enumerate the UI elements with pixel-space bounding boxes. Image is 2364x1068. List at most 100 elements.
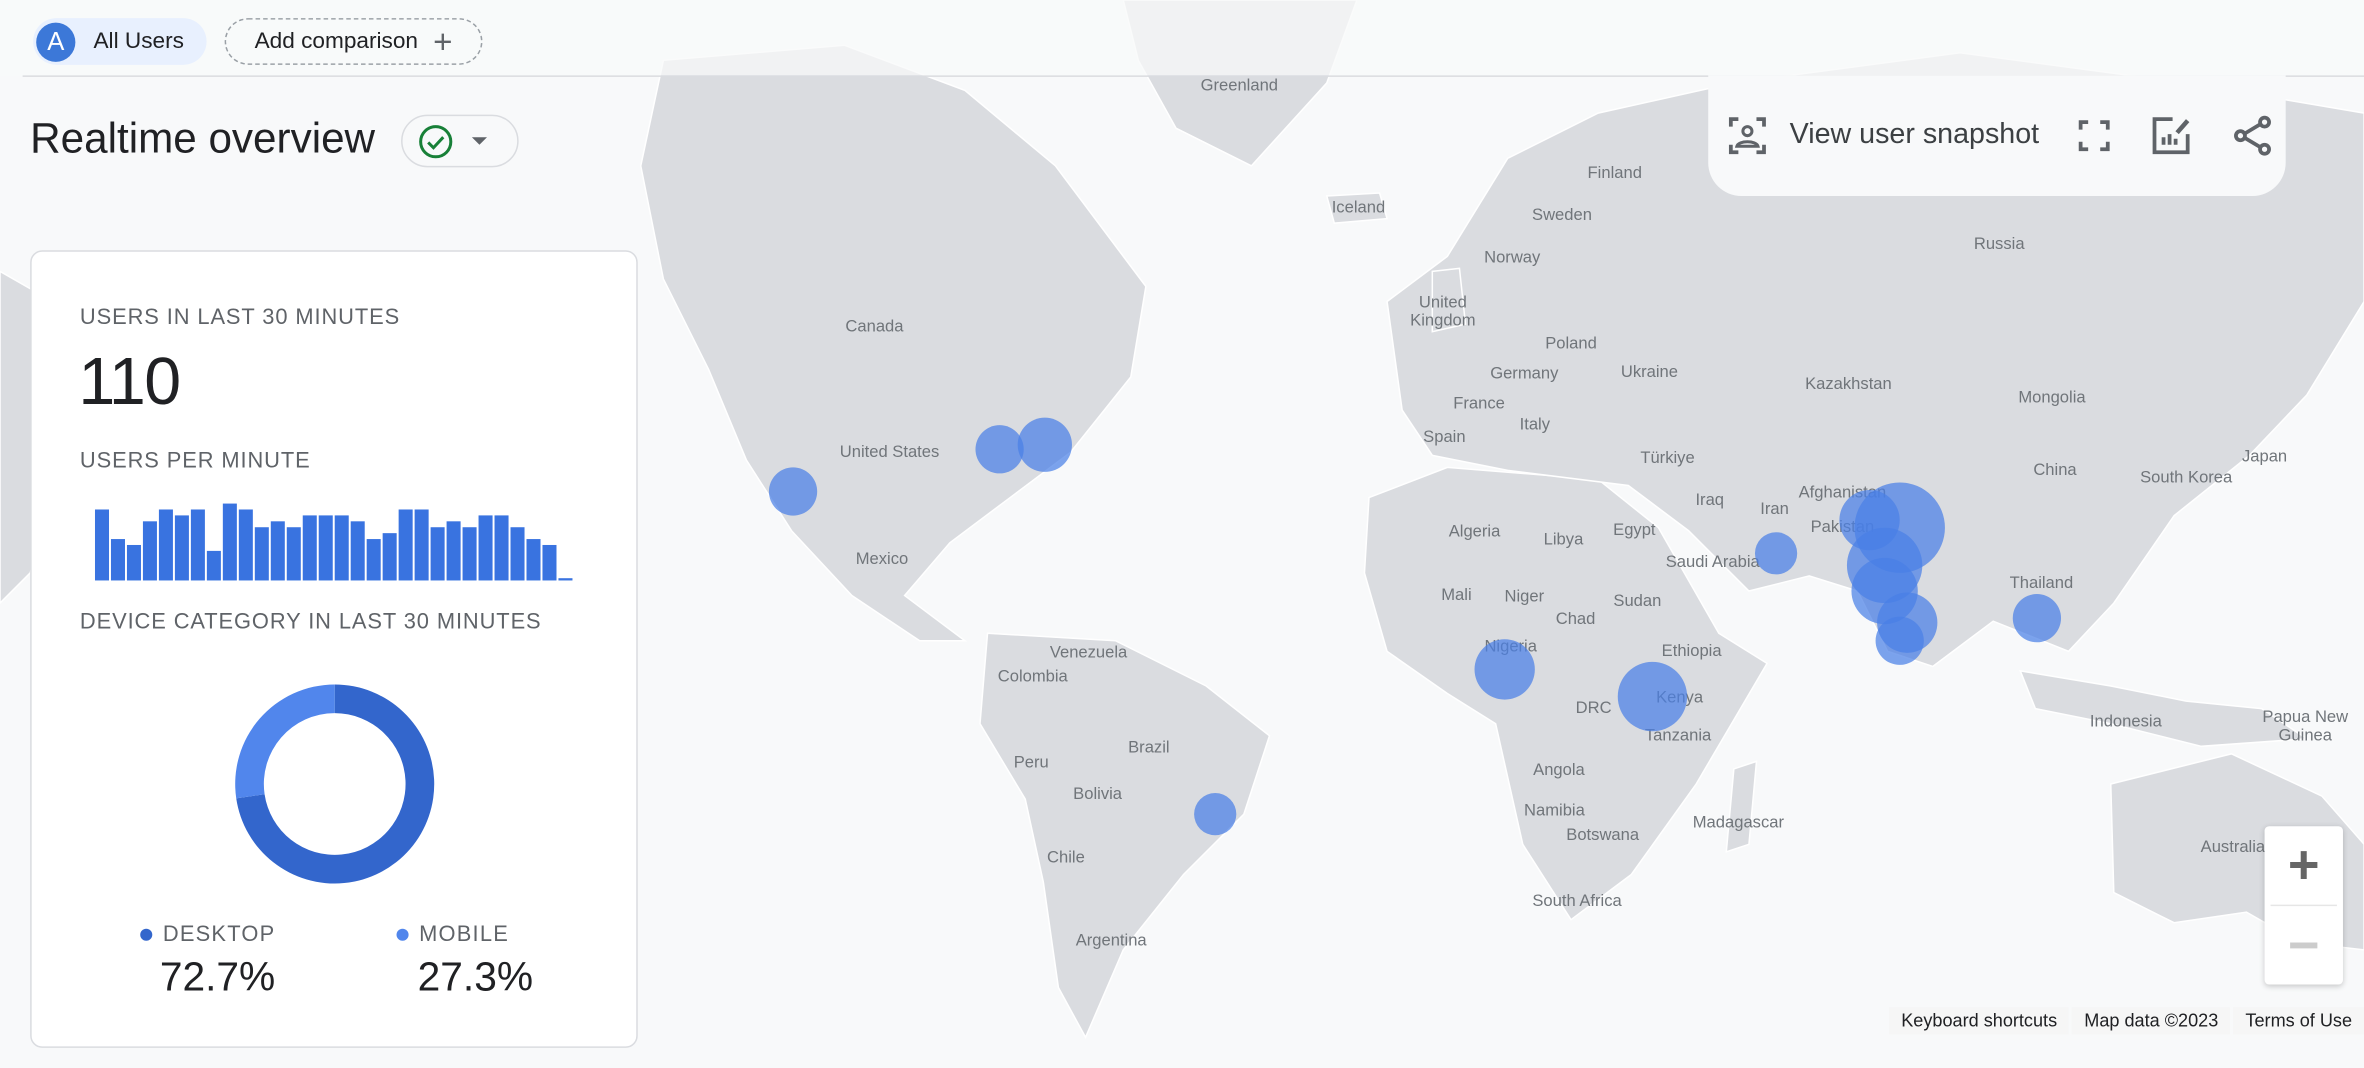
chevron-down-icon [471, 137, 487, 145]
users-per-minute-bar[interactable] [398, 509, 413, 581]
map-label: Poland [1545, 333, 1597, 352]
fullscreen-button[interactable] [2078, 119, 2111, 152]
users-last-30-value: 110 [78, 345, 181, 420]
device-category-donut[interactable] [32, 659, 640, 908]
map-label: DRC [1576, 698, 1612, 717]
map-label: Italy [1520, 415, 1551, 434]
users-per-minute-bar[interactable] [318, 515, 333, 581]
map-label: Bolivia [1073, 784, 1123, 803]
map-label: Australia [2201, 837, 2266, 856]
map-label: Namibia [1524, 801, 1586, 820]
map-label: Saudi Arabia [1666, 552, 1761, 571]
users-per-minute-bar[interactable] [334, 515, 349, 581]
user-location-bubble[interactable] [2012, 594, 2062, 643]
user-location-bubble[interactable] [1754, 532, 1798, 575]
realtime-summary-card: USERS IN LAST 30 MINUTES 110 USERS PER M… [30, 250, 638, 1048]
users-per-minute-bar[interactable] [542, 544, 557, 581]
segment-label: All Users [93, 28, 184, 55]
users-per-minute-bar[interactable] [462, 527, 477, 581]
map-label: Norway [1484, 247, 1541, 266]
users-per-minute-bar[interactable] [238, 509, 253, 581]
map-label: Iraq [1695, 490, 1724, 509]
users-per-minute-bar[interactable] [190, 509, 205, 581]
map-label: Venezuela [1050, 642, 1128, 661]
map-label: Mongolia [2018, 388, 2086, 407]
users-per-minute-bar[interactable] [174, 515, 189, 581]
users-per-minute-chart[interactable] [32, 493, 640, 586]
mobile-percent: 27.3% [417, 954, 534, 1000]
customize-report-icon [2153, 117, 2191, 155]
view-user-snapshot-button[interactable]: View user snapshot [1726, 115, 2039, 157]
zoom-out-button[interactable]: − [2265, 906, 2343, 984]
map-label: Sudan [1613, 591, 1661, 610]
users-per-minute-bar[interactable] [206, 550, 221, 581]
users-per-minute-bar[interactable] [478, 515, 493, 581]
mobile-dot [396, 928, 409, 941]
users-per-minute-bar[interactable] [126, 544, 141, 581]
check-circle-icon [419, 124, 453, 158]
map-label: Chad [1556, 609, 1596, 628]
map-label: Botswana [1566, 825, 1640, 844]
users-per-minute-bar[interactable] [158, 509, 173, 581]
view-user-snapshot-label: View user snapshot [1789, 119, 2040, 151]
map-label: Kazakhstan [1805, 374, 1892, 393]
map-label: Brazil [1128, 737, 1169, 756]
customize-report-button[interactable] [2151, 115, 2193, 157]
share-button[interactable] [2232, 115, 2274, 157]
users-per-minute-bar[interactable] [494, 515, 509, 581]
land-south-america [979, 632, 1271, 1040]
map-label: Japan [2242, 446, 2287, 465]
user-location-bubble[interactable] [1617, 661, 1688, 732]
users-per-minute-bar[interactable] [94, 509, 110, 581]
users-per-minute-bar[interactable] [254, 527, 269, 581]
user-location-bubble[interactable] [768, 467, 818, 516]
map-label: Argentina [1076, 930, 1148, 949]
map-data-text: Map data ©2023 [2072, 1007, 2231, 1035]
map-label: Iran [1760, 499, 1789, 518]
users-per-minute-bar[interactable] [510, 527, 525, 581]
user-location-bubble[interactable] [975, 425, 1024, 474]
users-per-minute-bar[interactable] [366, 539, 381, 581]
users-per-minute-bar[interactable] [382, 533, 397, 581]
terms-of-use-link[interactable]: Terms of Use [2233, 1007, 2364, 1035]
map-label: Angola [1533, 760, 1585, 779]
add-comparison-button[interactable]: Add comparison + [224, 18, 483, 65]
segment-chip-all-users[interactable]: A All Users [33, 18, 207, 65]
segment-avatar: A [36, 21, 76, 62]
users-per-minute-label: USERS PER MINUTE [79, 449, 311, 474]
map-label: United States [840, 442, 940, 461]
map-label: Ethiopia [1662, 641, 1723, 660]
user-location-bubble[interactable] [1474, 639, 1535, 700]
share-icon [2234, 115, 2272, 156]
desktop-percent: 72.7% [159, 954, 276, 1000]
mobile-label: MOBILE [419, 922, 509, 947]
users-per-minute-bar[interactable] [142, 521, 157, 581]
data-quality-status-dropdown[interactable] [401, 114, 519, 168]
add-comparison-label: Add comparison [254, 28, 419, 55]
keyboard-shortcuts-link[interactable]: Keyboard shortcuts [1889, 1007, 2070, 1035]
user-location-bubble[interactable] [1194, 793, 1237, 836]
users-per-minute-bar[interactable] [526, 539, 541, 581]
report-toolbar: View user snapshot [1708, 75, 2286, 197]
map-label: China [2033, 460, 2077, 479]
users-per-minute-bar[interactable] [414, 509, 429, 581]
user-location-bubble[interactable] [1017, 417, 1072, 472]
users-per-minute-bar[interactable] [430, 527, 445, 581]
users-per-minute-bar[interactable] [446, 521, 461, 581]
users-per-minute-bar[interactable] [110, 539, 125, 581]
map-attribution: Keyboard shortcuts Map data ©2023 Terms … [1889, 1007, 2364, 1035]
user-location-bubble[interactable] [1875, 616, 1924, 665]
users-per-minute-bar[interactable] [302, 515, 317, 581]
map-label: Ukraine [1621, 362, 1678, 381]
plus-icon: + [433, 21, 453, 60]
map-label: Spain [1423, 427, 1465, 446]
map-label: Algeria [1449, 522, 1501, 541]
users-per-minute-bar[interactable] [286, 527, 301, 581]
users-per-minute-bar[interactable] [350, 521, 365, 581]
zoom-in-button[interactable]: + [2265, 826, 2343, 904]
device-category-label: DEVICE CATEGORY IN LAST 30 MINUTES [79, 610, 542, 635]
users-per-minute-bar[interactable] [270, 521, 285, 581]
users-per-minute-bar[interactable] [558, 578, 573, 581]
users-per-minute-bar[interactable] [222, 503, 237, 581]
donut-slice-mobile[interactable] [235, 684, 335, 799]
